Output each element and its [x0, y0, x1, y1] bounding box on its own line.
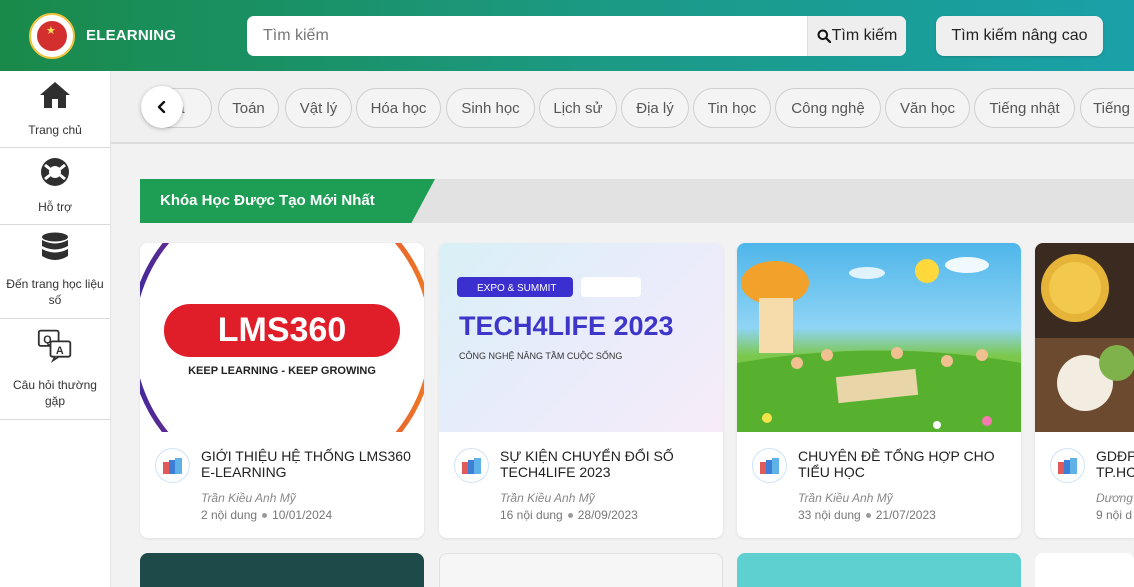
category-chip[interactable]: Văn học [885, 88, 970, 128]
tech-headline: TECH4LIFE 2023 [459, 311, 674, 341]
content-count: 33 nội dung [798, 508, 861, 522]
course-meta: 16 nội dung 28/09/2023 [500, 508, 638, 522]
top-header: ★ ELEARNING Tìm kiếm Tìm kiếm nâng cao [0, 0, 1134, 71]
brand-name[interactable]: ELEARNING [86, 27, 176, 44]
search-icon [817, 29, 831, 43]
category-chip[interactable]: Tiếng nhật [974, 88, 1075, 128]
course-avatar-icon [155, 448, 190, 483]
course-card[interactable]: LMS360 KEEP LEARNING - KEEP GROWING GIỚI… [140, 243, 424, 538]
chevron-left-icon [157, 101, 166, 113]
lifebuoy-icon [37, 156, 73, 188]
course-date: 10/01/2024 [272, 508, 333, 522]
sidebar-item-faq[interactable]: Q A Câu hỏi thường gặp [0, 319, 110, 420]
course-date: 21/07/2023 [875, 508, 936, 522]
course-card[interactable]: EXPO & SUMMIT TECH4LIFE 2023 CÔNG NGHỆ N… [439, 243, 723, 538]
course-title[interactable]: GIỚI THIỆU HỆ THỐNG LMS360 E-LEARNING [201, 448, 415, 480]
sidebar-item-label: Câu hỏi thường gặp [13, 378, 97, 408]
search-button-label: Tìm kiếm [831, 27, 898, 44]
scroll-left-button[interactable] [141, 86, 183, 128]
content-count: 9 nội d [1096, 508, 1133, 522]
sidebar-item-label: Trang chủ [28, 123, 82, 137]
content-count: 16 nội dung [500, 508, 563, 522]
sidebar-item-support[interactable]: Hỗ trợ [0, 148, 110, 225]
course-avatar-icon [752, 448, 787, 483]
tech-badge: EXPO & SUMMIT [477, 283, 556, 294]
course-meta: 9 nội d [1096, 508, 1132, 522]
sidebar-item-label: Đến trang học liệu số [6, 277, 104, 307]
sidebar-item-label: Hỗ trợ [38, 200, 72, 214]
category-chip[interactable]: Tiếng [1080, 88, 1134, 128]
category-chip[interactable]: Toán [218, 88, 279, 128]
course-author: Trần Kiều Anh Mỹ [798, 491, 893, 505]
course-meta: 2 nội dung 10/01/2024 [201, 508, 332, 522]
course-date: 28/09/2023 [577, 508, 638, 522]
search-button[interactable]: Tìm kiếm [807, 16, 906, 56]
svg-text:A: A [56, 345, 64, 357]
course-thumbnail[interactable] [1035, 243, 1134, 432]
section-title: Khóa Học Được Tạo Mới Nhất [140, 179, 435, 223]
advanced-search-button[interactable]: Tìm kiếm nâng cao [936, 16, 1103, 56]
category-chip[interactable]: Công nghệ [775, 88, 881, 128]
category-chip[interactable]: Lịch sử [539, 88, 617, 128]
school-logo[interactable]: ★ [29, 13, 75, 59]
content-count: 2 nội dung [201, 508, 258, 522]
course-card[interactable] [140, 553, 424, 587]
sidebar-item-home[interactable]: Trang chủ [0, 71, 110, 148]
category-chip[interactable]: Hóa học [356, 88, 441, 128]
search-box: Tìm kiếm [247, 16, 906, 56]
lms-tagline: KEEP LEARNING - KEEP GROWING [188, 365, 376, 377]
course-author: Trần Kiều Anh Mỹ [500, 491, 595, 505]
home-icon [37, 79, 73, 111]
course-author: Dương [1096, 491, 1133, 505]
course-title[interactable]: CHUYÊN ĐỀ TỔNG HỢP CHO TIỂU HỌC [798, 448, 1012, 480]
course-title[interactable]: SỰ KIỆN CHUYỂN ĐỔI SỐ TECH4LIFE 2023 [500, 448, 714, 480]
course-author: Trần Kiều Anh Mỹ [201, 491, 296, 505]
category-chip[interactable]: Vật lý [285, 88, 352, 128]
course-title[interactable]: GDĐP TP.HC [1096, 448, 1134, 480]
sidebar-item-digital-library[interactable]: Đến trang học liệu số [0, 225, 110, 319]
qa-icon: Q A [37, 329, 73, 363]
sidebar: Trang chủ Hỗ trợ Đến trang học liệu số Q [0, 71, 111, 587]
course-card[interactable]: CHUYÊN ĐỀ TỔNG HỢP CHO TIỂU HỌC Trần Kiề… [737, 243, 1021, 538]
lms-logo-text: LMS360 [218, 311, 347, 349]
course-card[interactable] [439, 553, 723, 587]
tech-subline: CÔNG NGHỆ NÂNG TẦM CUỘC SỐNG [459, 350, 622, 361]
course-meta: 33 nội dung 21/07/2023 [798, 508, 936, 522]
search-input[interactable] [247, 16, 807, 56]
course-thumbnail[interactable]: EXPO & SUMMIT TECH4LIFE 2023 CÔNG NGHỆ N… [439, 243, 723, 432]
course-card[interactable] [1035, 553, 1134, 587]
course-thumbnail[interactable]: LMS360 KEEP LEARNING - KEEP GROWING [140, 243, 424, 432]
category-chip[interactable]: Sinh học [446, 88, 535, 128]
database-icon [37, 232, 73, 264]
course-thumbnail[interactable] [737, 243, 1021, 432]
course-avatar-icon [454, 448, 489, 483]
category-bar: cả Toán Vật lý Hóa học Sinh học Lịch sử … [111, 71, 1134, 144]
course-card[interactable]: GDĐP TP.HC Dương 9 nội d [1035, 243, 1134, 538]
category-chip[interactable]: Tin học [693, 88, 771, 128]
category-chip[interactable]: Địa lý [621, 88, 689, 128]
course-card[interactable] [737, 553, 1021, 587]
course-avatar-icon [1050, 448, 1085, 483]
